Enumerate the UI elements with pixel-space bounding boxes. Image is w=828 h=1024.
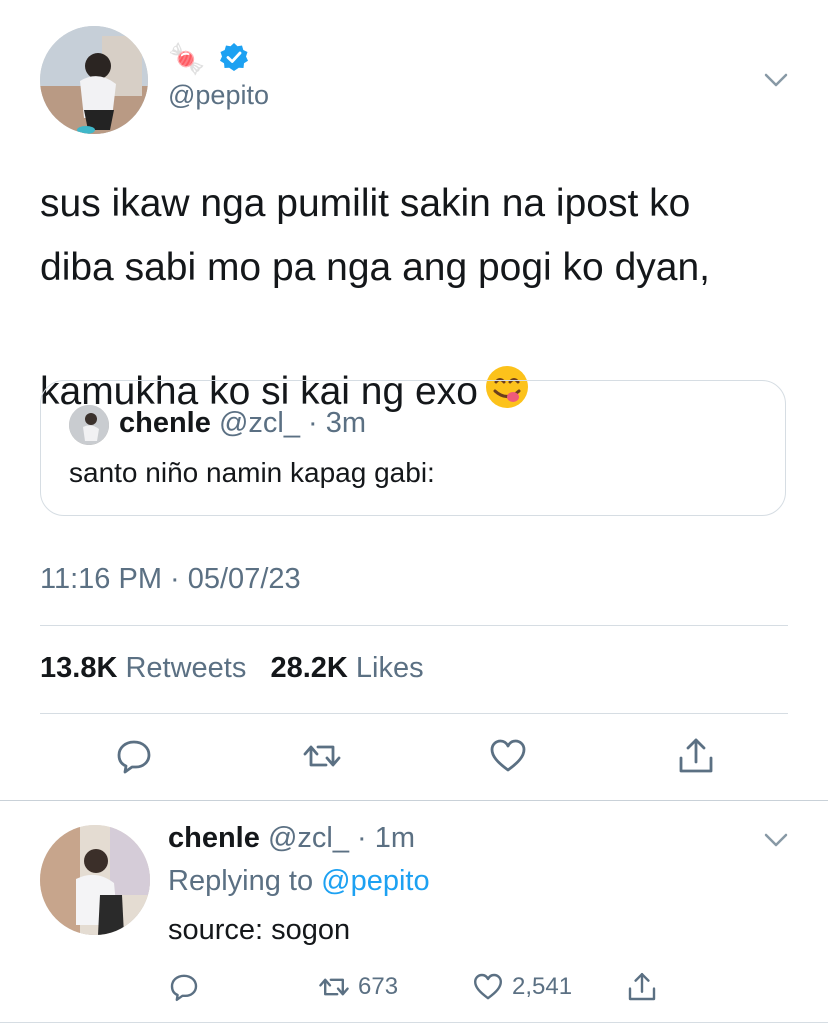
chevron-down-icon[interactable] (758, 62, 794, 98)
reply-header: chenle @zcl_ · 1m (168, 822, 415, 855)
replying-to-prefix: Replying to (168, 865, 314, 897)
retweet-count[interactable]: 13.8K (40, 652, 117, 684)
reply-icon (170, 974, 198, 1001)
bottom-divider (0, 1022, 828, 1023)
reply-retweet-count: 673 (358, 973, 399, 1000)
likes-label[interactable]: Likes (356, 652, 424, 684)
share-button[interactable] (676, 736, 716, 776)
reply-retweet-button[interactable]: 673 (318, 970, 398, 1004)
reply-share-button[interactable] (626, 970, 658, 1004)
reply-author-meta: @zcl_ · 1m (267, 822, 416, 854)
author-name-row: 🍬 (168, 40, 249, 78)
divider (40, 713, 788, 714)
reply-reply-button[interactable] (168, 970, 200, 1004)
chevron-down-icon[interactable] (758, 822, 794, 858)
reply-icon (117, 740, 151, 774)
reply-like-count: 2,541 (512, 973, 573, 1000)
verified-badge-icon (219, 42, 249, 77)
share-icon (628, 973, 656, 1001)
divider (40, 625, 788, 626)
reply-button[interactable] (114, 736, 154, 776)
tweet-timestamp[interactable]: 11:16 PM · 05/07/23 (40, 563, 301, 596)
share-icon (679, 738, 713, 773)
like-button[interactable] (488, 736, 528, 776)
reply-author-avatar[interactable] (40, 825, 150, 935)
quoted-tweet-card[interactable]: chenle @zcl_ · 3m santo niño namin kapag… (40, 380, 786, 516)
heart-icon (490, 739, 526, 772)
author-avatar[interactable] (40, 26, 148, 134)
retweet-button[interactable] (302, 736, 342, 776)
quoted-author-name: chenle (119, 407, 211, 439)
like-count[interactable]: 28.2K (270, 652, 347, 684)
replying-to-mention[interactable]: @pepito (321, 865, 429, 897)
author-handle[interactable]: @pepito (168, 80, 269, 111)
retweet-icon (303, 745, 341, 767)
quoted-author-meta: @zcl_ · 3m (218, 407, 367, 439)
candy-emoji: 🍬 (168, 42, 206, 76)
heart-icon (474, 973, 502, 1000)
retweets-label[interactable]: Retweets (125, 652, 246, 684)
reply-text: source: sogon (168, 914, 351, 946)
replying-to-line: Replying to @pepito (168, 865, 430, 898)
quoted-author-avatar (69, 405, 109, 445)
quoted-tweet-text: santo niño namin kapag gabi: (69, 457, 435, 488)
retweet-icon (319, 978, 349, 996)
section-separator (0, 800, 828, 801)
engagement-stats: 13.8K Retweets 28.2K Likes (40, 652, 424, 685)
quoted-tweet-header: chenle @zcl_ · 3m (119, 407, 366, 440)
reply-like-button[interactable]: 2,541 (472, 970, 572, 1004)
tweet-body: sus ikaw nga pumilit sakin na ipost ko d… (40, 182, 710, 413)
reply-author-name[interactable]: chenle (168, 822, 260, 854)
